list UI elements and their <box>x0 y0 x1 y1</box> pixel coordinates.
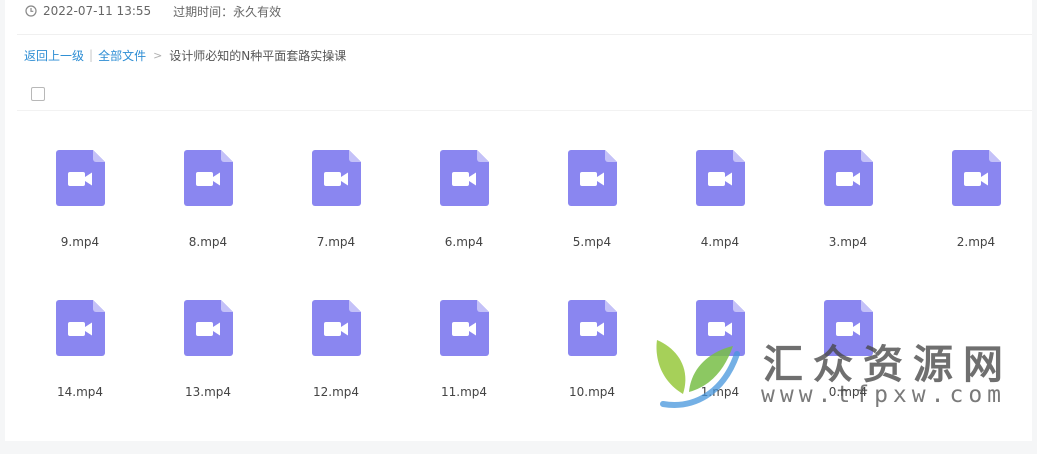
video-file-icon <box>695 300 745 356</box>
video-file-icon <box>55 300 105 356</box>
file-item[interactable]: 1.mp4 <box>656 270 784 420</box>
video-file-icon <box>311 150 361 206</box>
current-folder: 设计师必知的N种平面套路实操课 <box>169 48 347 63</box>
share-panel: 2022-07-11 13:55 过期时间：永久有效 返回上一级 | 全部文件 … <box>5 0 1032 441</box>
breadcrumb: 返回上一级 | 全部文件 > 设计师必知的N种平面套路实操课 <box>24 46 346 64</box>
file-name: 5.mp4 <box>572 235 612 249</box>
file-name: 9.mp4 <box>60 235 100 249</box>
video-file-icon <box>823 300 873 356</box>
file-item[interactable]: 13.mp4 <box>144 270 272 420</box>
file-item[interactable]: 9.mp4 <box>16 120 144 270</box>
file-name: 6.mp4 <box>444 235 484 249</box>
file-name: 12.mp4 <box>312 385 360 399</box>
file-grid: 9.mp4 8.mp4 7.mp4 6.mp4 5.mp4 4.mp4 3.mp4 2.mp4… <box>16 120 1036 420</box>
divider <box>17 110 1032 111</box>
file-item[interactable]: 10.mp4 <box>528 270 656 420</box>
file-item[interactable]: 4.mp4 <box>656 120 784 270</box>
video-file-icon <box>311 300 361 356</box>
file-name: 11.mp4 <box>440 385 488 399</box>
select-all-checkbox[interactable] <box>31 87 45 101</box>
file-name: 10.mp4 <box>568 385 616 399</box>
all-files-link[interactable]: 全部文件 <box>98 47 146 64</box>
file-name: 3.mp4 <box>828 235 868 249</box>
file-name: 0.mp4 <box>828 385 868 399</box>
file-name: 7.mp4 <box>316 235 356 249</box>
clock-icon <box>25 5 37 17</box>
file-item[interactable]: 11.mp4 <box>400 270 528 420</box>
file-item[interactable]: 6.mp4 <box>400 120 528 270</box>
file-name: 13.mp4 <box>184 385 232 399</box>
file-name: 2.mp4 <box>956 235 996 249</box>
file-item[interactable]: 2.mp4 <box>912 120 1037 270</box>
breadcrumb-arrow: > <box>153 48 163 62</box>
video-file-icon <box>823 150 873 206</box>
video-file-icon <box>567 300 617 356</box>
file-item[interactable]: 7.mp4 <box>272 120 400 270</box>
divider <box>17 34 1032 35</box>
file-item[interactable]: 5.mp4 <box>528 120 656 270</box>
video-file-icon <box>567 150 617 206</box>
file-name: 4.mp4 <box>700 235 740 249</box>
back-link[interactable]: 返回上一级 <box>24 47 84 64</box>
file-name: 8.mp4 <box>188 235 228 249</box>
video-file-icon <box>55 150 105 206</box>
share-meta: 2022-07-11 13:55 过期时间：永久有效 <box>25 2 281 20</box>
file-item[interactable]: 12.mp4 <box>272 270 400 420</box>
video-file-icon <box>951 150 1001 206</box>
video-file-icon <box>695 150 745 206</box>
video-file-icon <box>183 300 233 356</box>
file-name: 1.mp4 <box>700 385 740 399</box>
file-item[interactable]: 8.mp4 <box>144 120 272 270</box>
file-name: 14.mp4 <box>56 385 104 399</box>
file-item[interactable]: 0.mp4 <box>784 270 912 420</box>
expire-time: 过期时间：永久有效 <box>173 4 282 19</box>
video-file-icon <box>439 150 489 206</box>
video-file-icon <box>439 300 489 356</box>
created-time: 2022-07-11 13:55 <box>43 4 152 18</box>
file-item[interactable]: 3.mp4 <box>784 120 912 270</box>
file-item[interactable]: 14.mp4 <box>16 270 144 420</box>
breadcrumb-separator: | <box>89 48 94 62</box>
video-file-icon <box>183 150 233 206</box>
